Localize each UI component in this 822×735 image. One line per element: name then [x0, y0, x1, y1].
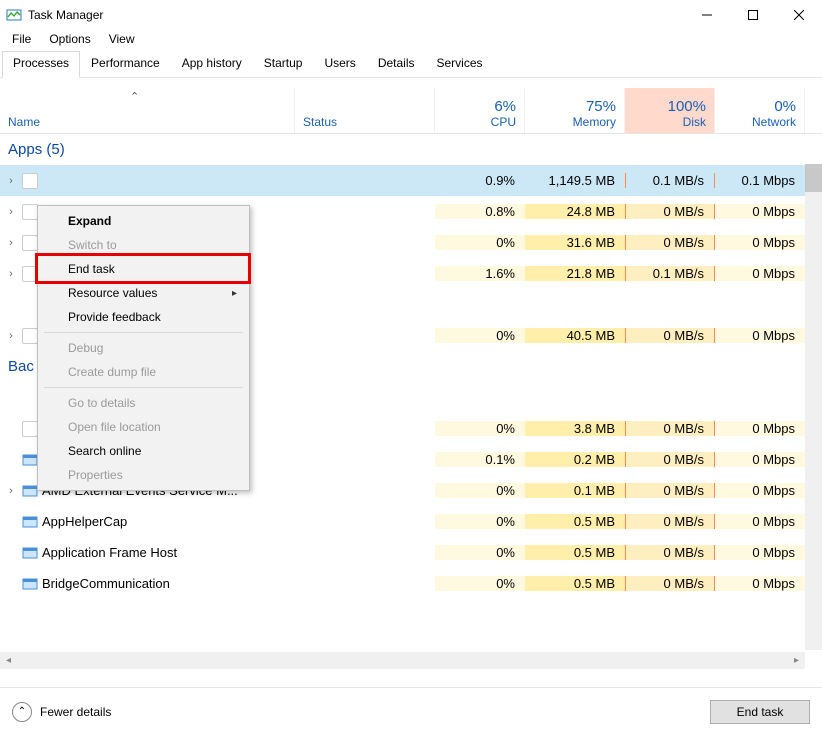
horizontal-scrollbar[interactable]: ◂▸: [0, 652, 805, 669]
scroll-left-icon[interactable]: ◂: [0, 655, 17, 666]
service-icon: [22, 452, 38, 468]
section-label: Bac: [8, 358, 34, 375]
process-name: AppHelperCap: [42, 514, 127, 529]
process-row[interactable]: Application Frame Host 0%0.5 MB0 MB/s0 M…: [0, 537, 822, 568]
process-row[interactable]: BridgeCommunication 0%0.5 MB0 MB/s0 Mbps: [0, 568, 822, 599]
menu-file[interactable]: File: [4, 30, 39, 48]
col-name[interactable]: Name: [0, 88, 295, 133]
ctx-open-location: Open file location: [40, 415, 247, 439]
tab-details[interactable]: Details: [367, 51, 426, 78]
process-icon: [22, 204, 38, 220]
ctx-go-to-details: Go to details: [40, 391, 247, 415]
chevron-right-icon[interactable]: ›: [4, 237, 18, 249]
separator: [44, 332, 243, 333]
fewer-details-button[interactable]: ⌃ Fewer details: [12, 702, 111, 722]
ctx-feedback[interactable]: Provide feedback: [40, 305, 247, 329]
ctx-resource-values[interactable]: Resource values▸: [40, 281, 247, 305]
col-status[interactable]: Status: [295, 88, 435, 133]
scrollbar-thumb[interactable]: [805, 164, 822, 192]
section-apps[interactable]: Apps (5): [0, 134, 822, 165]
disk-cell: 0.1 MB/s: [625, 173, 715, 188]
fewer-details-label: Fewer details: [40, 705, 111, 719]
net-cell: 0.1 Mbps: [715, 173, 805, 188]
process-icon: [22, 328, 38, 344]
mem-cell: 1,149.5 MB: [525, 173, 625, 188]
minimize-button[interactable]: [684, 0, 730, 30]
process-icon: [22, 235, 38, 251]
tab-services[interactable]: Services: [426, 51, 494, 78]
ctx-end-task[interactable]: End task: [40, 257, 247, 281]
col-disk[interactable]: 100%Disk: [625, 88, 715, 133]
menu-options[interactable]: Options: [41, 30, 98, 48]
service-icon: [22, 514, 38, 530]
tabstrip: Processes Performance App history Startu…: [0, 50, 822, 78]
tab-processes[interactable]: Processes: [2, 51, 80, 78]
cpu-cell: 0.9%: [435, 173, 525, 188]
ctx-expand[interactable]: Expand: [40, 209, 247, 233]
process-icon: [22, 266, 38, 282]
chevron-up-icon: ⌃: [12, 702, 32, 722]
service-icon: [22, 483, 38, 499]
ctx-properties: Properties: [40, 463, 247, 487]
ctx-switch-to: Switch to: [40, 233, 247, 257]
scroll-right-icon[interactable]: ▸: [788, 655, 805, 666]
process-icon: [22, 173, 38, 189]
ctx-search-online[interactable]: Search online: [40, 439, 247, 463]
col-cpu[interactable]: 6%CPU: [435, 88, 525, 133]
col-network[interactable]: 0%Network: [715, 88, 805, 133]
close-button[interactable]: [776, 0, 822, 30]
process-name: Application Frame Host: [42, 545, 177, 560]
menu-view[interactable]: View: [101, 30, 143, 48]
footer: ⌃ Fewer details End task: [0, 687, 822, 735]
service-icon: [22, 545, 38, 561]
app-icon: [6, 7, 22, 23]
ctx-debug: Debug: [40, 336, 247, 360]
tab-users[interactable]: Users: [313, 51, 366, 78]
context-menu: Expand Switch to End task Resource value…: [37, 205, 250, 491]
vertical-scrollbar[interactable]: [805, 164, 822, 650]
process-icon: [22, 421, 38, 437]
col-memory[interactable]: 75%Memory: [525, 88, 625, 133]
chevron-right-icon[interactable]: ›: [4, 206, 18, 218]
titlebar: Task Manager: [0, 0, 822, 30]
process-row[interactable]: › 0.9% 1,149.5 MB 0.1 MB/s 0.1 Mbps: [0, 165, 822, 196]
service-icon: [22, 576, 38, 592]
chevron-right-icon[interactable]: ›: [4, 330, 18, 342]
end-task-button[interactable]: End task: [710, 700, 810, 724]
window-title: Task Manager: [28, 8, 684, 22]
chevron-right-icon[interactable]: ›: [4, 175, 18, 187]
maximize-button[interactable]: [730, 0, 776, 30]
chevron-right-icon[interactable]: ›: [4, 485, 18, 497]
section-label: Apps (5): [8, 141, 65, 158]
process-name: BridgeCommunication: [42, 576, 170, 591]
tab-performance[interactable]: Performance: [80, 51, 171, 78]
chevron-right-icon: ▸: [232, 288, 237, 299]
sort-caret-icon: ⌃: [130, 90, 139, 103]
ctx-create-dump: Create dump file: [40, 360, 247, 384]
chevron-right-icon[interactable]: ›: [4, 268, 18, 280]
tab-app-history[interactable]: App history: [171, 51, 253, 78]
process-row[interactable]: AppHelperCap 0%0.5 MB0 MB/s0 Mbps: [0, 506, 822, 537]
menubar: File Options View: [0, 30, 822, 50]
column-headers: Name Status 6%CPU 75%Memory 100%Disk 0%N…: [0, 88, 822, 134]
tab-startup[interactable]: Startup: [253, 51, 314, 78]
separator: [44, 387, 243, 388]
